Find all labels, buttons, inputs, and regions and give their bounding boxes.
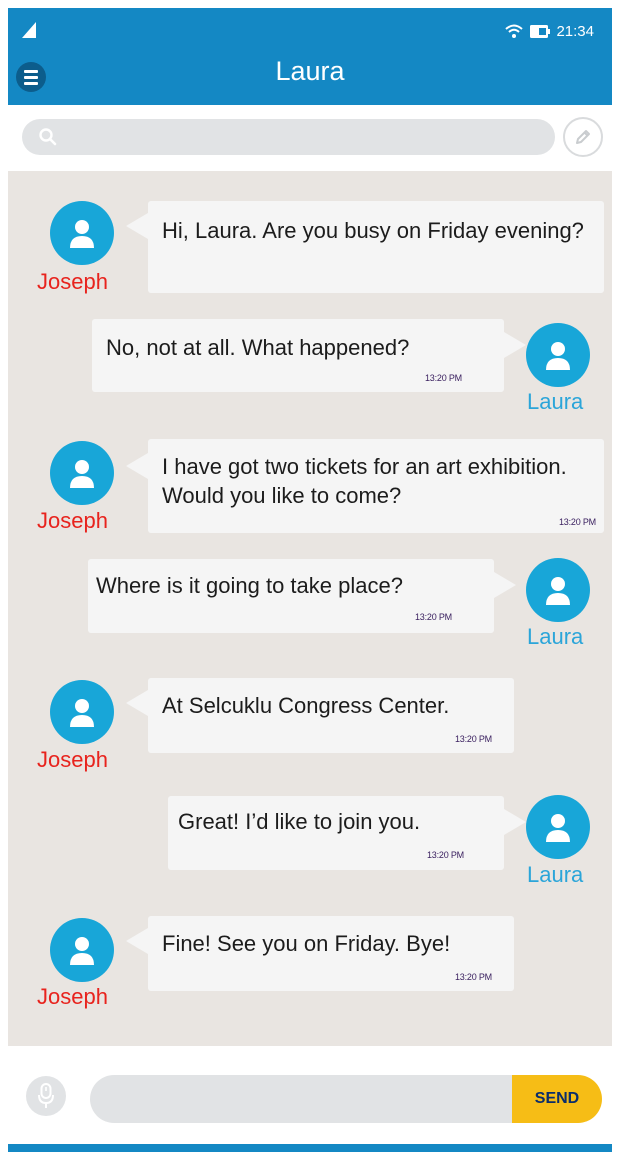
user-icon bbox=[70, 460, 94, 488]
send-button[interactable]: SEND bbox=[512, 1075, 602, 1123]
sender-name: Joseph bbox=[37, 747, 108, 772]
search-input[interactable] bbox=[22, 119, 555, 155]
wifi-icon bbox=[505, 24, 524, 38]
status-bar-right: 21:34 bbox=[504, 22, 594, 40]
pencil-icon bbox=[576, 130, 590, 144]
message-input[interactable] bbox=[90, 1075, 520, 1123]
bubble-tail bbox=[126, 213, 148, 239]
search-icon bbox=[39, 128, 57, 146]
bottom-bar bbox=[8, 1144, 612, 1152]
user-icon bbox=[70, 220, 94, 248]
message-composer: SEND bbox=[8, 1046, 612, 1152]
message-text: No, not at all. What happened? bbox=[106, 335, 410, 360]
bubble-tail bbox=[504, 332, 526, 358]
message-timestamp: 13:20 PM bbox=[415, 612, 452, 622]
sender-name: Laura bbox=[527, 624, 584, 649]
compose-button[interactable] bbox=[563, 117, 603, 157]
avatar bbox=[50, 918, 114, 982]
status-time: 21:34 bbox=[556, 22, 594, 40]
avatar bbox=[526, 558, 590, 622]
app-header: 21:34 Laura bbox=[8, 8, 612, 105]
avatar bbox=[50, 201, 114, 265]
avatar bbox=[50, 680, 114, 744]
bubble-tail bbox=[126, 453, 148, 479]
bubble-tail bbox=[504, 809, 526, 835]
avatar bbox=[526, 323, 590, 387]
bubble-tail bbox=[126, 690, 148, 716]
message-timestamp: 13:20 PM bbox=[427, 850, 464, 860]
sender-name: Laura bbox=[527, 862, 584, 887]
sender-name: Joseph bbox=[37, 984, 108, 1009]
user-icon bbox=[70, 937, 94, 965]
search-bar bbox=[8, 105, 612, 171]
user-icon bbox=[546, 577, 570, 605]
avatar bbox=[50, 441, 114, 505]
battery-icon bbox=[530, 24, 551, 38]
message-timestamp: 13:20 PM bbox=[559, 517, 596, 527]
message-text: Hi, Laura. Are you busy on Friday evenin… bbox=[162, 218, 584, 243]
chat-thread: Joseph Hi, Laura. Are you busy on Friday… bbox=[8, 171, 612, 1046]
microphone-button[interactable] bbox=[26, 1076, 66, 1116]
bubble-tail bbox=[126, 928, 148, 954]
message-bubble[interactable] bbox=[148, 201, 604, 293]
message-text: At Selcuklu Congress Center. bbox=[162, 693, 450, 718]
bubble-tail bbox=[494, 572, 516, 598]
message-timestamp: 13:20 PM bbox=[455, 972, 492, 982]
user-icon bbox=[546, 342, 570, 370]
signal-icon bbox=[22, 22, 36, 38]
message-text: Great! I’d like to join you. bbox=[178, 809, 421, 834]
user-icon bbox=[546, 814, 570, 842]
message-timestamp: 13:20 PM bbox=[455, 734, 492, 744]
page-title: Laura bbox=[275, 56, 345, 86]
microphone-icon bbox=[38, 1083, 54, 1108]
avatar bbox=[526, 795, 590, 859]
message-text: Fine! See you on Friday. Bye! bbox=[162, 931, 451, 956]
sender-name: Joseph bbox=[37, 269, 108, 294]
user-icon bbox=[70, 699, 94, 727]
message-text: I have got two tickets for an art exhibi… bbox=[162, 454, 567, 508]
chat-app: 21:34 Laura Joseph Hi, Laura. Are you bu… bbox=[8, 8, 612, 1152]
sender-name: Laura bbox=[527, 389, 584, 414]
sender-name: Joseph bbox=[37, 508, 108, 533]
message-text: Where is it going to take place? bbox=[96, 573, 403, 598]
message-timestamp: 13:20 PM bbox=[425, 373, 462, 383]
